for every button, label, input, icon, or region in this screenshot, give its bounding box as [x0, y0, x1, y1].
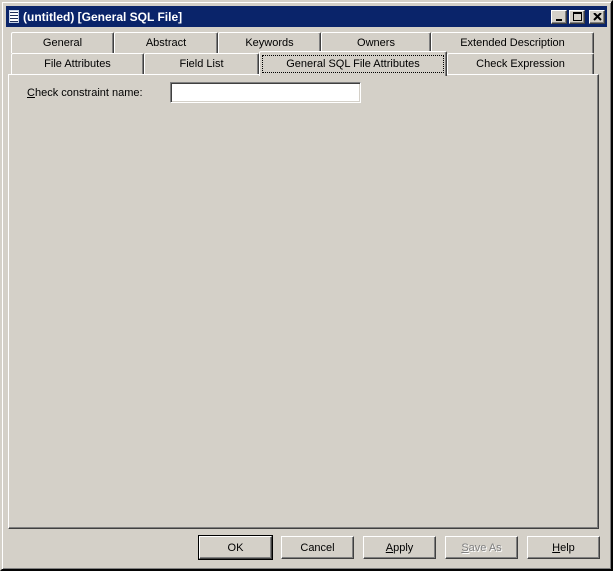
- tab-owners[interactable]: Owners: [321, 32, 431, 53]
- check-constraint-input[interactable]: [170, 82, 361, 103]
- cancel-button[interactable]: Cancel: [281, 536, 354, 559]
- tab-keywords[interactable]: Keywords: [218, 32, 321, 53]
- check-constraint-label: Check constraint name:: [27, 87, 170, 99]
- close-icon: [593, 13, 602, 21]
- tab-row-1: General Abstract Keywords Owners Extende…: [11, 32, 599, 53]
- maximize-icon: [573, 12, 582, 21]
- ok-button[interactable]: OK: [199, 536, 272, 559]
- apply-button[interactable]: Apply: [363, 536, 436, 559]
- maximize-button[interactable]: [569, 10, 585, 24]
- tab-row-2: File Attributes Field List General SQL F…: [11, 53, 599, 74]
- minimize-button[interactable]: [551, 10, 567, 24]
- tab-file-attributes[interactable]: File Attributes: [11, 53, 144, 74]
- minimize-icon: [556, 19, 562, 21]
- window-title: (untitled) [General SQL File]: [23, 10, 547, 24]
- button-row: OK Cancel Apply Save As Help: [6, 536, 600, 559]
- tab-panel: Check constraint name:: [8, 74, 599, 529]
- tab-general[interactable]: General: [11, 32, 114, 53]
- dialog-window: (untitled) [General SQL File] General Ab…: [0, 0, 613, 571]
- tab-general-sql-file-attributes[interactable]: General SQL File Attributes: [259, 51, 447, 76]
- tab-abstract[interactable]: Abstract: [114, 32, 218, 53]
- help-button[interactable]: Help: [527, 536, 600, 559]
- titlebar[interactable]: (untitled) [General SQL File]: [6, 6, 607, 27]
- document-icon: [9, 10, 19, 23]
- close-button[interactable]: [589, 10, 605, 24]
- tab-check-expression[interactable]: Check Expression: [447, 53, 594, 74]
- tab-field-list[interactable]: Field List: [144, 53, 259, 74]
- tab-strip: General Abstract Keywords Owners Extende…: [11, 32, 599, 74]
- tab-extended-description[interactable]: Extended Description: [431, 32, 594, 53]
- save-as-button[interactable]: Save As: [445, 536, 518, 559]
